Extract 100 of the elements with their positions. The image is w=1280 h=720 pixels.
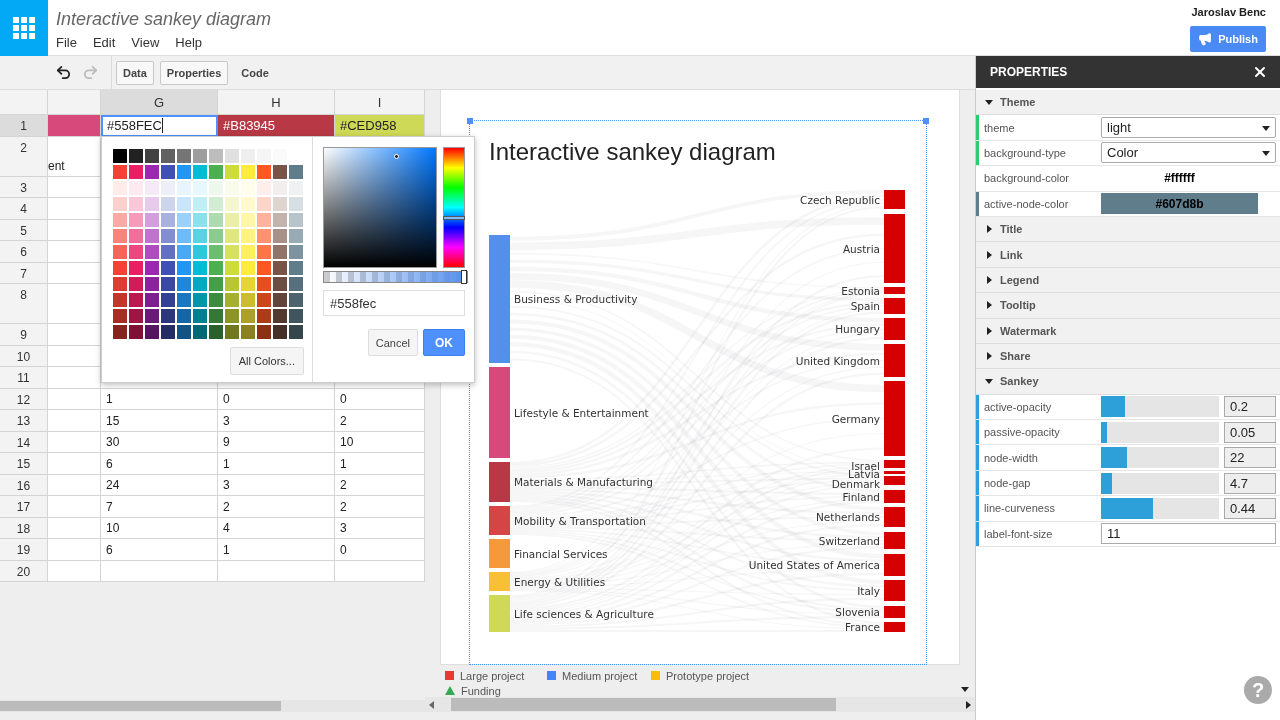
table-cell: #CED958 (335, 115, 425, 137)
property-label: background-color (983, 172, 1070, 185)
menu-item[interactable]: View (131, 35, 160, 50)
node-label: Italy (857, 584, 880, 597)
table-cell: 15 (101, 410, 218, 432)
value-field[interactable]: 22 (1224, 447, 1276, 469)
row-header[interactable]: 8 (0, 284, 48, 324)
column-header[interactable]: H (218, 90, 335, 115)
legend-label: Large project (460, 669, 525, 682)
section-header[interactable]: Share (976, 343, 1280, 370)
row-header[interactable]: 17 (0, 496, 48, 518)
legend-label: Funding (461, 684, 501, 697)
all-colors-button[interactable]: All Colors... (229, 347, 304, 375)
value-field[interactable]: 0.05 (1224, 421, 1276, 443)
select-field[interactable]: Color (1101, 142, 1276, 164)
node-label: Estonia (841, 284, 880, 297)
select-field[interactable]: light (1101, 117, 1276, 139)
node-label: Financial Services (514, 547, 608, 560)
node-label: France (845, 621, 880, 633)
number-field[interactable]: 11 (1101, 523, 1276, 545)
table-cell: 2 (335, 474, 425, 496)
menu-item[interactable]: Help (175, 35, 203, 50)
toolbar-tab[interactable]: Properties (159, 60, 229, 85)
table-cell: 1 (101, 388, 218, 410)
section-header[interactable]: Title (976, 216, 1280, 243)
table-cell: 3 (218, 410, 335, 432)
row-header[interactable]: 10 (0, 345, 48, 367)
table-cell: 24 (101, 474, 218, 496)
row-header[interactable]: 19 (0, 539, 48, 561)
table-cell: ent (48, 136, 101, 177)
node-label: Austria (842, 242, 880, 255)
row-header[interactable]: 2 (0, 136, 48, 177)
toolbar-tab[interactable]: Code (234, 60, 276, 85)
node-label: Business & Productivity (514, 293, 638, 305)
node-label: Hungary (835, 323, 880, 335)
section-header[interactable]: Theme (976, 90, 1280, 116)
value-field[interactable]: 0.44 (1224, 497, 1276, 519)
swatch-picker[interactable]: #607d8b (1101, 193, 1258, 215)
row-header[interactable]: 14 (0, 431, 48, 453)
property-label: active-opacity (983, 400, 1053, 413)
property-label: node-width (983, 451, 1039, 464)
table-cell: 1 (218, 453, 335, 475)
column-header[interactable]: G (101, 90, 218, 115)
table-cell: 0 (335, 388, 425, 410)
table-cell: 1 (218, 539, 335, 561)
property-label: passive-opacity (983, 426, 1061, 439)
node-label: United States of America (748, 559, 880, 571)
hex-input-field[interactable]: #558fec (323, 290, 465, 316)
table-cell: 10 (335, 431, 425, 453)
row-header[interactable]: 15 (0, 453, 48, 475)
table-cell: 1 (335, 453, 425, 475)
menu-item[interactable]: File (56, 35, 77, 50)
property-label: node-gap (983, 477, 1032, 490)
node-label: Czech Republic (800, 193, 880, 206)
row-header[interactable]: 3 (0, 176, 48, 198)
row-header[interactable]: 20 (0, 560, 48, 582)
menu-item[interactable]: Edit (92, 35, 116, 50)
node-label: Netherlands (816, 511, 880, 523)
section-header[interactable]: Legend (976, 267, 1280, 294)
property-label: theme (983, 121, 1016, 134)
table-cell: 10 (101, 517, 218, 539)
table-cell: 2 (335, 496, 425, 518)
table-cell: #B83945 (218, 115, 335, 137)
row-header[interactable]: 6 (0, 241, 48, 263)
cancel-button[interactable]: Cancel (367, 329, 418, 356)
property-label: label-font-size (983, 527, 1054, 540)
row-header[interactable]: 18 (0, 517, 48, 539)
table-cell: 3 (335, 517, 425, 539)
section-header[interactable]: Link (976, 242, 1280, 268)
section-header[interactable]: Sankey (976, 369, 1280, 395)
node-label: Slovenia (835, 606, 880, 618)
chart-title: Interactive sankey diagram (489, 138, 777, 166)
value-field[interactable]: 4.7 (1224, 472, 1276, 494)
legend-label: Prototype project (666, 669, 750, 682)
row-header[interactable]: 9 (0, 324, 48, 346)
node-label: Switzerland (818, 534, 880, 547)
row-header[interactable]: 4 (0, 198, 48, 220)
section-header[interactable]: Tooltip (976, 293, 1280, 319)
row-header[interactable]: 5 (0, 219, 48, 241)
value-field[interactable]: 0.2 (1224, 396, 1276, 418)
row-header[interactable]: 12 (0, 388, 48, 410)
table-cell: 6 (101, 453, 218, 475)
row-header[interactable]: 16 (0, 474, 48, 496)
node-label: Energy & Utilities (514, 575, 606, 588)
table-cell: 30 (101, 431, 218, 453)
row-header[interactable]: 1 (0, 115, 48, 137)
row-header[interactable]: 13 (0, 410, 48, 432)
column-header[interactable]: I (335, 90, 425, 115)
row-header[interactable]: 11 (0, 367, 48, 389)
toolbar-tab[interactable]: Data (116, 60, 154, 85)
table-cell: 4 (218, 517, 335, 539)
node-label: Mobility & Transportation (514, 514, 646, 527)
node-label: Finland (842, 490, 880, 503)
cell-editor[interactable]: #558FEC (101, 115, 218, 137)
table-cell: 3 (218, 474, 335, 496)
table-cell: 0 (218, 388, 335, 410)
node-label: Spain (850, 300, 880, 312)
section-header[interactable]: Watermark (976, 318, 1280, 344)
row-header[interactable]: 7 (0, 262, 48, 284)
table-cell: 0 (335, 539, 425, 561)
